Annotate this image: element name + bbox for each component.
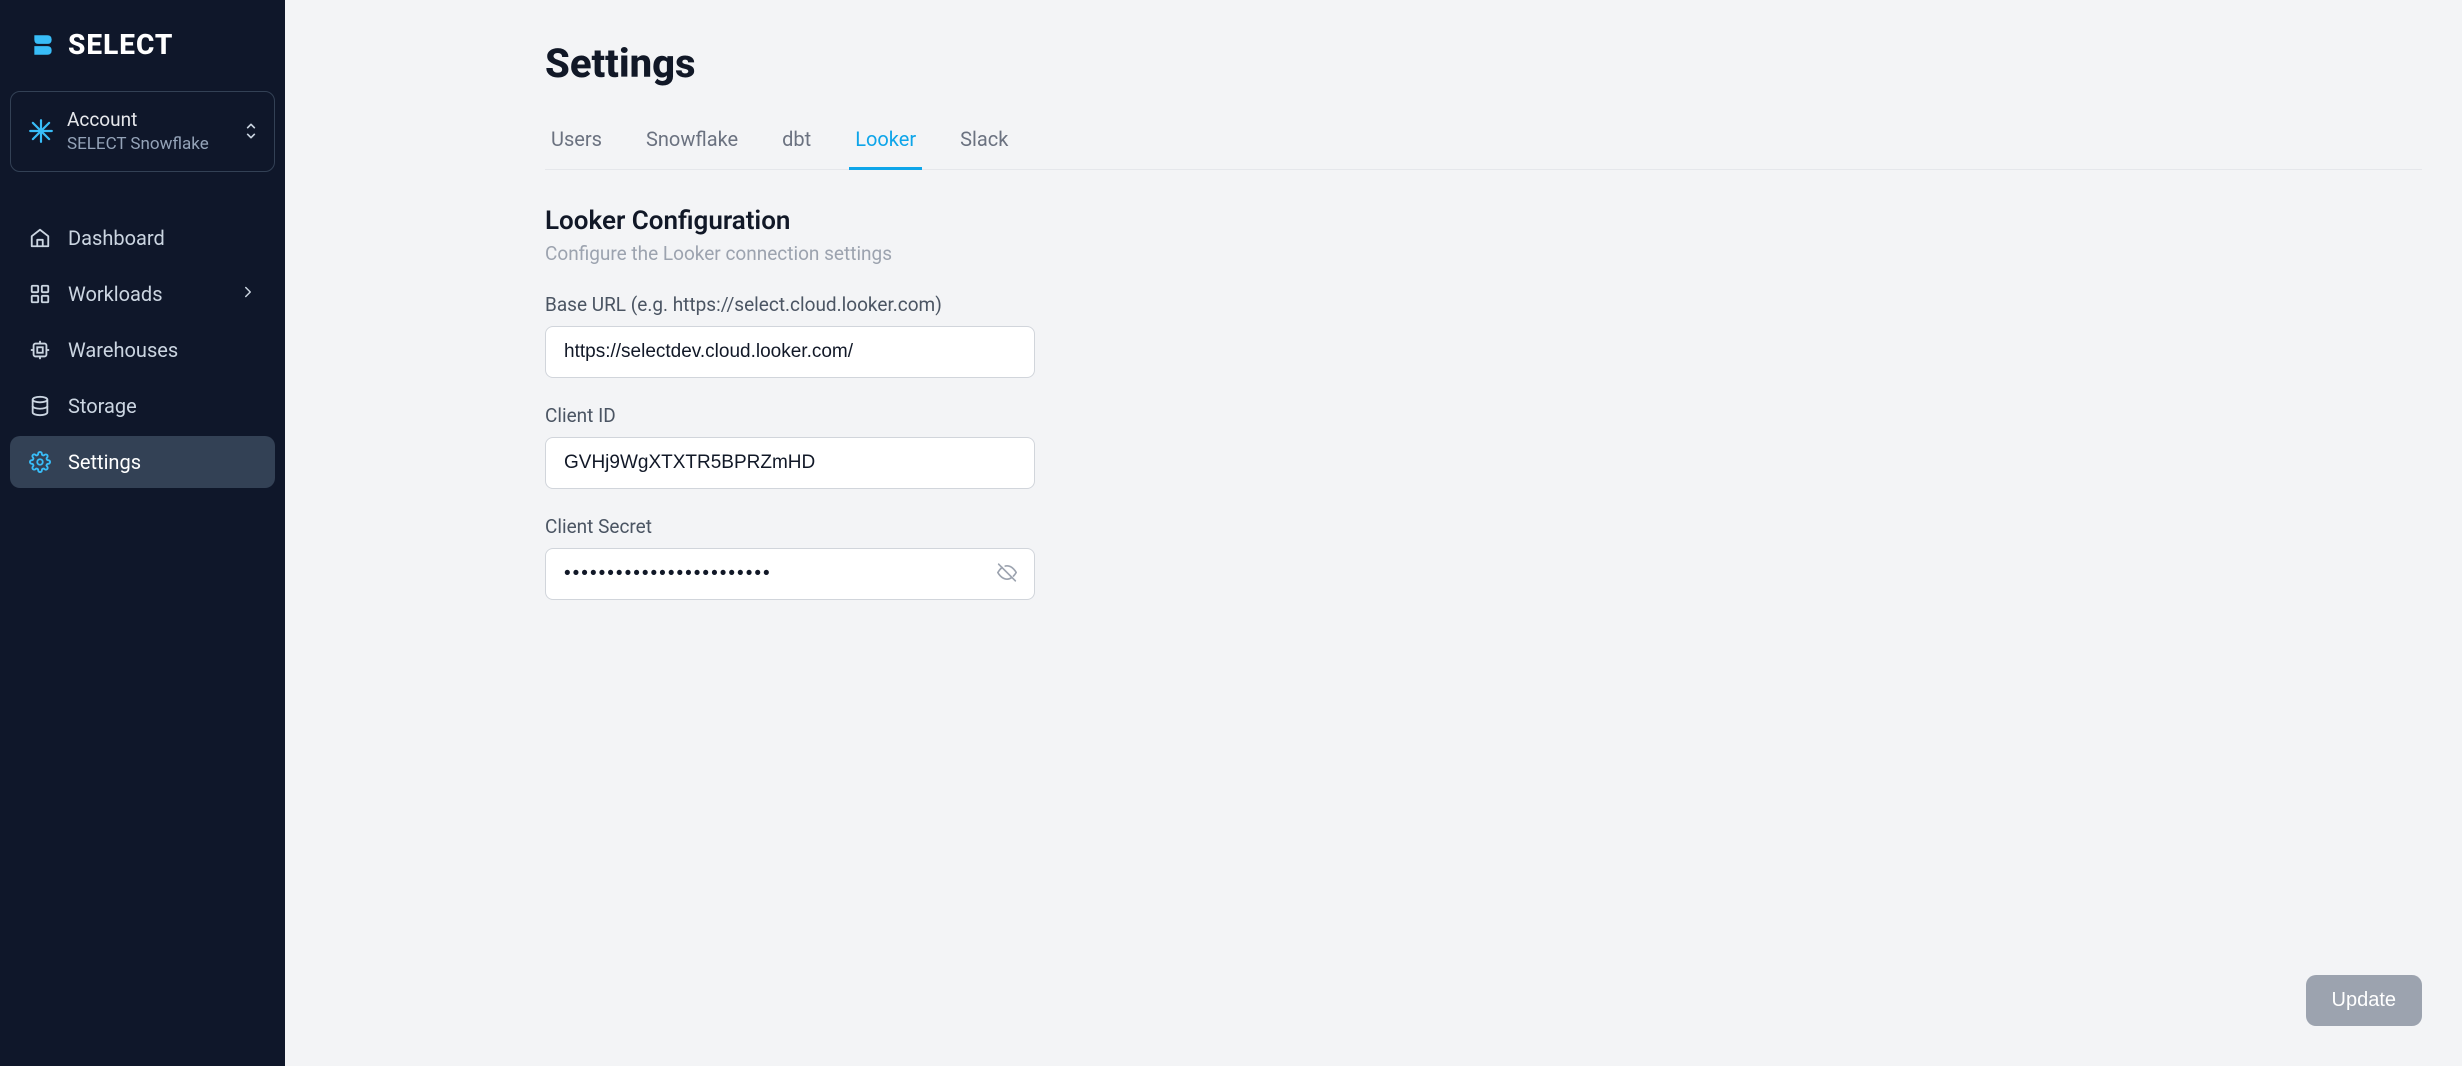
home-icon (28, 226, 52, 250)
brand-logo: SELECT (10, 28, 275, 61)
chevron-up-down-icon (244, 121, 258, 141)
client-id-label: Client ID (545, 404, 2422, 427)
sidebar-item-warehouses[interactable]: Warehouses (10, 324, 275, 376)
sidebar-item-label: Workloads (68, 282, 163, 306)
tab-dbt[interactable]: dbt (776, 115, 817, 170)
base-url-label: Base URL (e.g. https://select.cloud.look… (545, 293, 2422, 316)
tab-snowflake[interactable]: Snowflake (640, 115, 744, 170)
account-value: SELECT Snowflake (67, 133, 232, 155)
database-icon (28, 394, 52, 418)
sidebar-item-label: Settings (68, 450, 141, 474)
sidebar: SELECT Account SELECT Snowflake Dashboar… (0, 0, 285, 1066)
form-group-client-id: Client ID (545, 404, 2422, 489)
tab-users[interactable]: Users (545, 115, 608, 170)
section-title: Looker Configuration (545, 206, 2422, 236)
section-subtitle: Configure the Looker connection settings (545, 242, 2422, 265)
form-group-base-url: Base URL (e.g. https://select.cloud.look… (545, 293, 2422, 378)
grid-icon (28, 282, 52, 306)
sidebar-item-dashboard[interactable]: Dashboard (10, 212, 275, 264)
chevron-right-icon (239, 282, 257, 306)
account-label: Account (67, 108, 232, 133)
client-id-input[interactable] (545, 437, 1035, 489)
cpu-icon (28, 338, 52, 362)
update-button[interactable]: Update (2306, 975, 2423, 1026)
tab-slack[interactable]: Slack (954, 115, 1014, 170)
gear-icon (28, 450, 52, 474)
sidebar-item-settings[interactable]: Settings (10, 436, 275, 488)
eye-off-icon (997, 563, 1017, 586)
sidebar-nav: Dashboard Workloads Warehouses Storage (10, 212, 275, 488)
sidebar-item-storage[interactable]: Storage (10, 380, 275, 432)
account-switcher[interactable]: Account SELECT Snowflake (10, 91, 275, 172)
sidebar-item-label: Dashboard (68, 226, 165, 250)
client-secret-label: Client Secret (545, 515, 2422, 538)
tab-looker[interactable]: Looker (849, 115, 922, 170)
sidebar-item-workloads[interactable]: Workloads (10, 268, 275, 320)
settings-tabs: Users Snowflake dbt Looker Slack (545, 115, 2422, 170)
base-url-input[interactable] (545, 326, 1035, 378)
main-content: Settings Users Snowflake dbt Looker Slac… (285, 0, 2462, 1066)
sidebar-item-label: Storage (68, 394, 137, 418)
page-title: Settings (545, 40, 2422, 87)
account-text: Account SELECT Snowflake (67, 108, 232, 155)
brand-mark-icon (30, 31, 56, 59)
toggle-secret-visibility-button[interactable] (993, 559, 1021, 590)
snowflake-icon (27, 117, 55, 145)
brand-name: SELECT (68, 28, 173, 61)
sidebar-item-label: Warehouses (68, 338, 178, 362)
form-group-client-secret: Client Secret (545, 515, 2422, 600)
client-secret-input[interactable] (545, 548, 1035, 600)
